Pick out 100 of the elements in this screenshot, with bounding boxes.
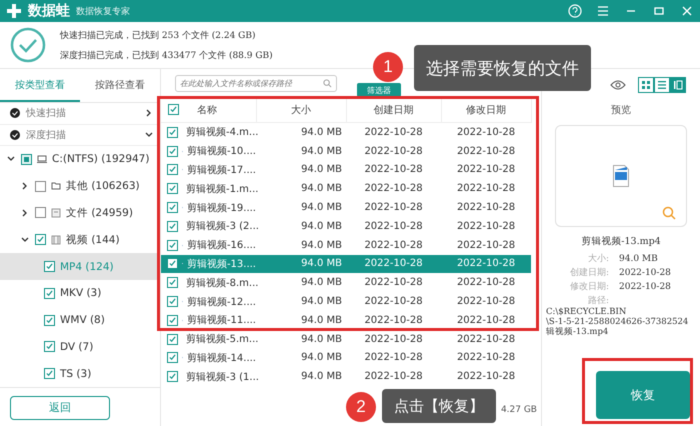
checkbox[interactable] xyxy=(167,352,178,364)
close-icon[interactable] xyxy=(680,4,694,18)
size-cell-text: 94.0 MB xyxy=(300,295,343,310)
modified-date-cell-text: 2022-10-28 xyxy=(456,238,516,253)
file-name: 剪辑视频-3 (2... xyxy=(186,220,259,234)
file-row[interactable]: 剪辑视频-3 (1... 94.0 MB 2022-10-28 2022-10-28 xyxy=(161,367,531,386)
menu-icon[interactable] xyxy=(596,4,610,18)
file-row[interactable]: 剪辑视频-3 (2... 94.0 MB 2022-10-28 2022-10-28 xyxy=(161,216,531,236)
checkbox[interactable] xyxy=(44,368,55,380)
check-mark-icon xyxy=(169,373,176,380)
modified-date-cell-text: 2022-10-28 xyxy=(456,332,516,347)
check-mark-icon xyxy=(169,298,176,306)
checkbox[interactable] xyxy=(167,146,178,157)
file-name: 剪辑视频-8.m... xyxy=(186,276,258,290)
file-row[interactable]: 剪辑视频-12.... 94.0 MB 2022-10-28 2022-10-28 xyxy=(161,292,531,311)
step-badge: 2 xyxy=(346,392,376,422)
checkbox[interactable] xyxy=(167,240,178,251)
path-line: C:\$RECYCLE.BIN xyxy=(546,308,628,318)
tree-item[interactable]: TS (3) xyxy=(0,360,160,388)
column-header[interactable]: 修改日期 xyxy=(441,97,531,122)
path-line: 辑视频-13.mp4 xyxy=(546,328,610,338)
filter-button[interactable]: 筛选器 xyxy=(357,83,401,97)
file-row[interactable]: 剪辑视频-11.... 94.0 MB 2022-10-28 2022-10-28 xyxy=(161,310,531,330)
detail-value: 2022-10-28 xyxy=(619,267,672,280)
modified-date-cell-text: 2022-10-28 xyxy=(456,144,516,159)
tree-item[interactable]: 其他 (106263) xyxy=(0,172,160,200)
view-mode-button[interactable] xyxy=(670,77,686,93)
checkbox[interactable] xyxy=(167,371,178,382)
checkbox[interactable] xyxy=(35,207,46,218)
checkbox[interactable] xyxy=(167,220,178,232)
cross-logo-icon xyxy=(6,3,22,19)
checkbox[interactable] xyxy=(167,164,178,176)
checkbox[interactable] xyxy=(44,288,55,299)
tree-item-label: MKV (3) xyxy=(60,287,102,300)
file-row[interactable]: 剪辑视频-13.... 94.0 MB 2022-10-28 2022-10-28 xyxy=(161,254,531,274)
checkbox[interactable] xyxy=(44,314,55,326)
checkbox[interactable] xyxy=(167,183,178,194)
check-circle-icon xyxy=(10,108,20,118)
scan-group-item[interactable]: 快速扫描 xyxy=(0,103,160,125)
tree-item-label: MP4 (124) xyxy=(60,260,114,273)
modified-date-cell-text: 2022-10-28 xyxy=(456,276,516,290)
size-cell-text: 94.0 MB xyxy=(300,201,343,216)
created-date-cell-text: 2022-10-28 xyxy=(363,182,424,196)
eye-icon[interactable] xyxy=(610,79,626,91)
tree-item[interactable]: DV (7) xyxy=(0,333,160,360)
file-row[interactable]: 剪辑视频-14.... 94.0 MB 2022-10-28 2022-10-28 xyxy=(161,348,531,368)
scan-group-item[interactable]: 深度扫描 xyxy=(0,124,160,146)
check-circle-icon xyxy=(10,27,46,63)
tree-item[interactable]: MKV (3) xyxy=(0,280,160,307)
view-tab[interactable]: 按路径查看 xyxy=(80,69,160,102)
modified-date-cell-text: 2022-10-28 xyxy=(456,351,516,366)
app-name: 数据蛙 xyxy=(28,2,70,20)
step-badge: 1 xyxy=(373,52,403,82)
file-row[interactable]: 剪辑视频-19.... 94.0 MB 2022-10-28 2022-10-28 xyxy=(161,198,531,217)
column-header[interactable]: 名称 xyxy=(161,97,256,122)
file-row[interactable]: 剪辑视频-16.... 94.0 MB 2022-10-28 2022-10-28 xyxy=(161,236,531,255)
check-circle-icon xyxy=(10,130,20,140)
tree-item-label: 文件 (24959) xyxy=(66,206,133,220)
file-row[interactable]: 剪辑视频-4.m... 94.0 MB 2022-10-28 2022-10-28 xyxy=(161,122,531,142)
checkbox[interactable] xyxy=(44,261,55,272)
zoom-icon[interactable] xyxy=(662,206,676,220)
file-name: 剪辑视频-3 (1... xyxy=(186,370,259,384)
checkbox[interactable] xyxy=(167,296,178,308)
status-text: 4.27 GB xyxy=(500,405,537,415)
search-field[interactable]: 在此处输入文件名称或保存路径 xyxy=(175,74,337,92)
search-icon xyxy=(323,78,332,88)
modified-date-cell-text: 2022-10-28 xyxy=(456,370,516,384)
detail-value: 94.0 MB xyxy=(619,253,659,266)
column-header[interactable]: 大小 xyxy=(256,97,346,122)
tree-item[interactable]: 视频 (144) xyxy=(0,226,160,254)
help-icon[interactable] xyxy=(568,4,582,18)
tree-item[interactable]: 文件 (24959) xyxy=(0,200,160,226)
tree-item[interactable]: C:(NTFS) (192947) xyxy=(0,146,160,173)
checkbox[interactable] xyxy=(167,202,178,214)
view-mode-button[interactable] xyxy=(654,77,670,93)
back-button[interactable]: 返回 xyxy=(10,396,110,420)
file-row[interactable]: 剪辑视频-1.m... 94.0 MB 2022-10-28 2022-10-28 xyxy=(161,179,531,198)
view-tab[interactable]: 按类型查看 xyxy=(0,69,80,102)
file-row[interactable]: 剪辑视频-10.... 94.0 MB 2022-10-28 2022-10-28 xyxy=(161,142,531,161)
check-mark-icon xyxy=(169,260,176,268)
view-mode-button[interactable] xyxy=(638,77,654,93)
checkbox[interactable] xyxy=(167,258,178,270)
checkbox[interactable] xyxy=(21,154,32,165)
checkbox[interactable] xyxy=(167,126,178,138)
checkbox[interactable] xyxy=(167,314,178,326)
recover-button[interactable]: 恢复 xyxy=(596,371,690,419)
checkbox[interactable] xyxy=(167,277,178,288)
file-row[interactable]: 剪辑视频-17.... 94.0 MB 2022-10-28 2022-10-28 xyxy=(161,160,531,180)
column-header[interactable]: 创建日期 xyxy=(346,97,441,122)
created-date-cell-text: 2022-10-28 xyxy=(363,144,424,159)
checkbox[interactable] xyxy=(168,104,179,115)
check-mark-icon xyxy=(169,222,176,230)
tree-item[interactable]: WMV (8) xyxy=(0,306,160,334)
detail-label: 创建日期: xyxy=(568,266,609,280)
checkbox[interactable] xyxy=(35,180,46,192)
checkbox[interactable] xyxy=(44,341,55,352)
file-row[interactable]: 剪辑视频-8.m... 94.0 MB 2022-10-28 2022-10-28 xyxy=(161,273,531,292)
detail-label: 修改日期: xyxy=(568,280,609,294)
checkbox[interactable] xyxy=(167,334,178,345)
file-row[interactable]: 剪辑视频-5.m... 94.0 MB 2022-10-28 2022-10-28 xyxy=(161,330,531,349)
